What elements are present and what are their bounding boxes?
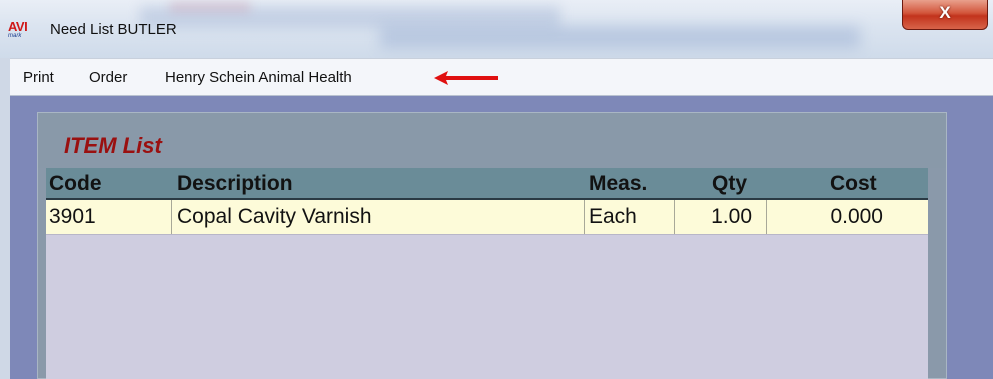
title-bar[interactable]: AVI mark Need List BUTLER X	[0, 0, 993, 58]
menu-item-henry-schein[interactable]: Henry Schein Animal Health	[165, 69, 352, 86]
table-row[interactable]: 3901 Copal Cavity Varnish Each 1.00 0.00…	[46, 200, 928, 234]
close-icon: X	[939, 3, 951, 22]
panel-title: ITEM List	[64, 133, 162, 158]
menu-item-order[interactable]: Order	[89, 69, 127, 86]
panel-header: ITEM List	[38, 113, 946, 168]
close-button[interactable]: X	[902, 0, 988, 30]
cell-code: 3901	[49, 205, 96, 228]
column-header-qty[interactable]: Qty	[712, 172, 747, 196]
background-blur	[170, 2, 250, 12]
window-frame	[0, 58, 10, 379]
background-blur	[380, 26, 860, 48]
column-header-code[interactable]: Code	[49, 172, 102, 196]
row-divider	[46, 234, 928, 235]
left-arrow-icon	[434, 71, 498, 85]
grid-header: Code Description Meas. Qty Cost	[46, 168, 928, 200]
menu-bar: Print Order Henry Schein Animal Health	[10, 58, 993, 96]
cell-qty: 1.00	[711, 205, 752, 228]
column-header-meas[interactable]: Meas.	[589, 172, 647, 196]
item-grid[interactable]: Code Description Meas. Qty Cost 3901 Cop…	[46, 168, 928, 379]
cell-cost: 0.000	[830, 205, 883, 228]
app-logo-icon: AVI mark	[8, 20, 38, 40]
window-title: Need List BUTLER	[50, 21, 177, 38]
cell-meas: Each	[589, 205, 637, 228]
column-header-cost[interactable]: Cost	[830, 172, 877, 196]
menu-item-print[interactable]: Print	[23, 69, 54, 86]
app-window: AVI mark Need List BUTLER X Print Order …	[0, 0, 993, 379]
column-divider	[584, 200, 585, 234]
column-header-description[interactable]: Description	[177, 172, 293, 196]
logo-text: AVI	[8, 19, 28, 34]
logo-subtext: mark	[8, 33, 22, 39]
column-divider	[171, 200, 172, 234]
cell-description: Copal Cavity Varnish	[177, 205, 372, 228]
